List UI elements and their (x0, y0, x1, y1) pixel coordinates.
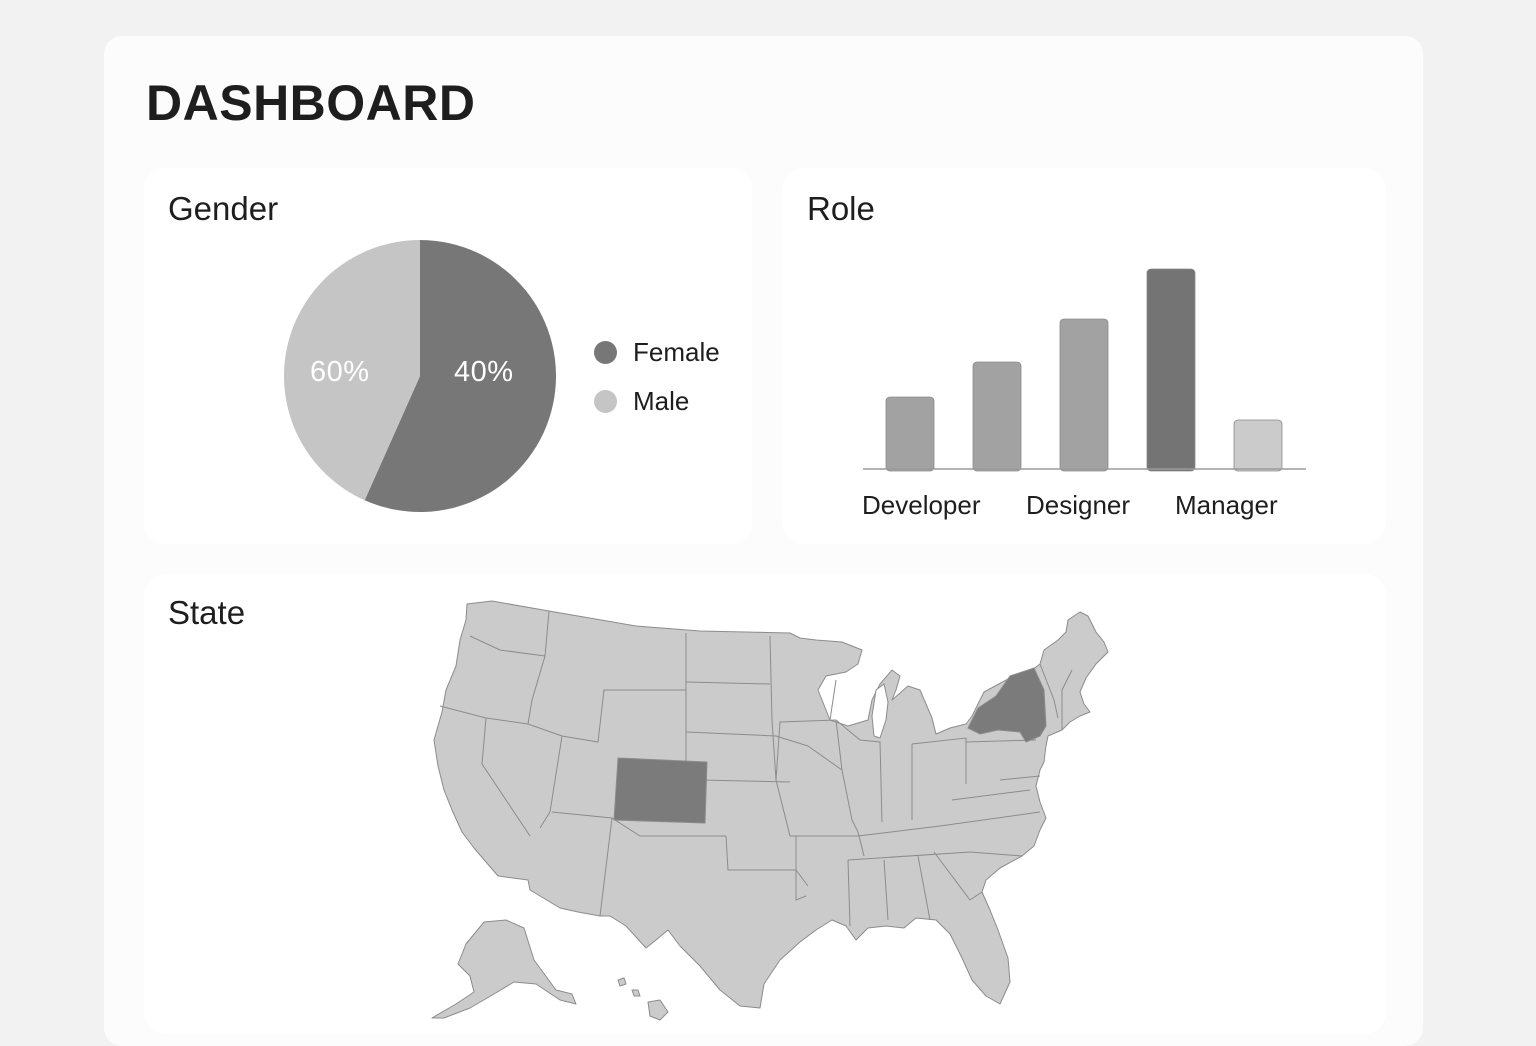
pie-label-male: 60% (310, 356, 370, 388)
role-bar-1 (885, 396, 935, 472)
hawaii-island-2 (617, 977, 627, 987)
bar-label-developer: Developer (862, 490, 981, 520)
gender-card-title: Gender (168, 190, 279, 227)
bar-label-designer: Designer (1026, 490, 1131, 520)
pie-label-female: 40% (454, 356, 514, 388)
legend-swatch-female (594, 341, 617, 364)
state-alaska (431, 919, 577, 1019)
page-title: DASHBOARD (146, 75, 476, 131)
legend-swatch-male (594, 390, 617, 413)
role-bar-2 (972, 361, 1022, 472)
bar-label-manager: Manager (1175, 490, 1278, 520)
state-colorado (613, 757, 708, 824)
role-card: Role Developer Designer Manager (782, 168, 1386, 544)
gender-legend: Female Male (594, 328, 720, 426)
state-hawaii (647, 999, 669, 1021)
legend-item-male: Male (594, 377, 720, 426)
role-bar-chart (863, 268, 1306, 472)
gender-card: Gender 60% 40% Female Male (144, 168, 752, 544)
role-bar-5 (1233, 419, 1283, 472)
state-card: State (144, 574, 1386, 1034)
legend-item-female: Female (594, 328, 720, 377)
hawaii-island-3 (631, 989, 641, 997)
us-states-map (431, 600, 1109, 1021)
role-bar-3 (1059, 318, 1109, 472)
legend-label-male: Male (633, 386, 690, 416)
legend-label-female: Female (633, 337, 720, 367)
role-bar-4 (1146, 268, 1196, 472)
